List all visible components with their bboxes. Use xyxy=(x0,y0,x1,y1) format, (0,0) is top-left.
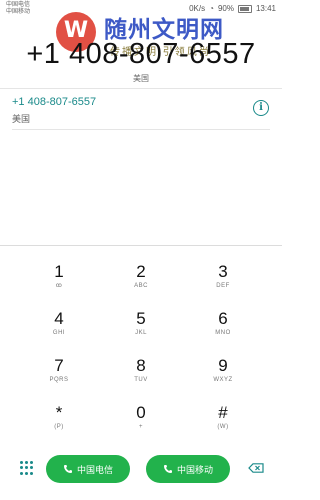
key-digit: 7 xyxy=(54,356,64,375)
suggestion-region: 美国 xyxy=(12,114,31,124)
key-5[interactable]: 5 JKL xyxy=(111,309,171,349)
suggestion-number: +1 408-807-6557 xyxy=(12,96,97,108)
key-9[interactable]: 9 WXYZ xyxy=(193,356,253,396)
key-letters: WXYZ xyxy=(213,377,233,383)
key-letters: ABC xyxy=(134,283,148,289)
key-digit: 1 xyxy=(54,262,64,281)
key-digit: 9 xyxy=(218,356,228,375)
key-3[interactable]: 3 DEF xyxy=(193,262,253,302)
key-6[interactable]: 6 MNO xyxy=(193,309,253,349)
key-4[interactable]: 4 GHI xyxy=(29,309,89,349)
key-letters: PQRS xyxy=(49,377,69,383)
carrier-2: 中国移动 xyxy=(6,9,31,15)
dialed-number[interactable]: +1 408-807-6557 xyxy=(0,38,282,71)
divider xyxy=(0,88,282,89)
key-1[interactable]: 1 ꝏ xyxy=(29,262,89,302)
info-icon[interactable]: i xyxy=(253,100,269,116)
key-digit: 5 xyxy=(136,309,146,328)
call-sim2-button[interactable]: 中国移动 xyxy=(146,455,230,483)
key-7[interactable]: 7 PQRS xyxy=(29,356,89,396)
key-digit: 2 xyxy=(136,262,146,281)
key-letters: GHI xyxy=(52,330,66,336)
call-sim2-label: 中国移动 xyxy=(176,464,213,475)
key-letters: + xyxy=(138,424,143,430)
key-letters: TUV xyxy=(134,377,148,383)
phone-icon xyxy=(163,465,172,473)
key-letters: DEF xyxy=(216,283,230,289)
key-letters: (W) xyxy=(217,424,229,430)
key-star[interactable]: * (P) xyxy=(29,403,89,443)
key-2[interactable]: 2 ABC xyxy=(111,262,171,302)
keypad-divider xyxy=(0,245,282,246)
key-hash[interactable]: # (W) xyxy=(193,403,253,443)
battery-icon xyxy=(237,4,252,13)
number-region: 美国 xyxy=(133,74,149,83)
key-8[interactable]: 8 TUV xyxy=(111,356,171,396)
key-letters: MNO xyxy=(215,330,231,336)
phone-icon xyxy=(63,465,72,473)
contact-suggestion[interactable]: +1 408-807-6557 美国 i xyxy=(0,92,282,130)
key-letters: ꝏ xyxy=(55,283,63,289)
key-0[interactable]: 0 + xyxy=(111,403,171,443)
key-letters: (P) xyxy=(54,424,64,430)
call-sim1-label: 中国电信 xyxy=(76,464,113,475)
backspace-icon[interactable] xyxy=(248,463,264,473)
key-digit: # xyxy=(218,403,228,422)
key-digit: 6 xyxy=(218,309,228,328)
carrier-info: 中国电信 中国移动 xyxy=(6,2,30,16)
key-digit: 3 xyxy=(218,262,228,281)
call-sim1-button[interactable]: 中国电信 xyxy=(46,455,130,483)
key-letters: JKL xyxy=(135,330,147,336)
divider xyxy=(12,129,270,130)
key-digit: * xyxy=(55,403,63,422)
clock: 13:41 xyxy=(255,4,276,13)
dialpad-toggle-icon[interactable] xyxy=(20,461,34,475)
call-bar: 中国电信 中国移动 xyxy=(0,452,282,488)
key-digit: 8 xyxy=(136,356,146,375)
carrier-1: 中国电信 xyxy=(6,2,31,8)
key-digit: 0 xyxy=(136,403,146,422)
key-digit: 4 xyxy=(54,309,64,328)
